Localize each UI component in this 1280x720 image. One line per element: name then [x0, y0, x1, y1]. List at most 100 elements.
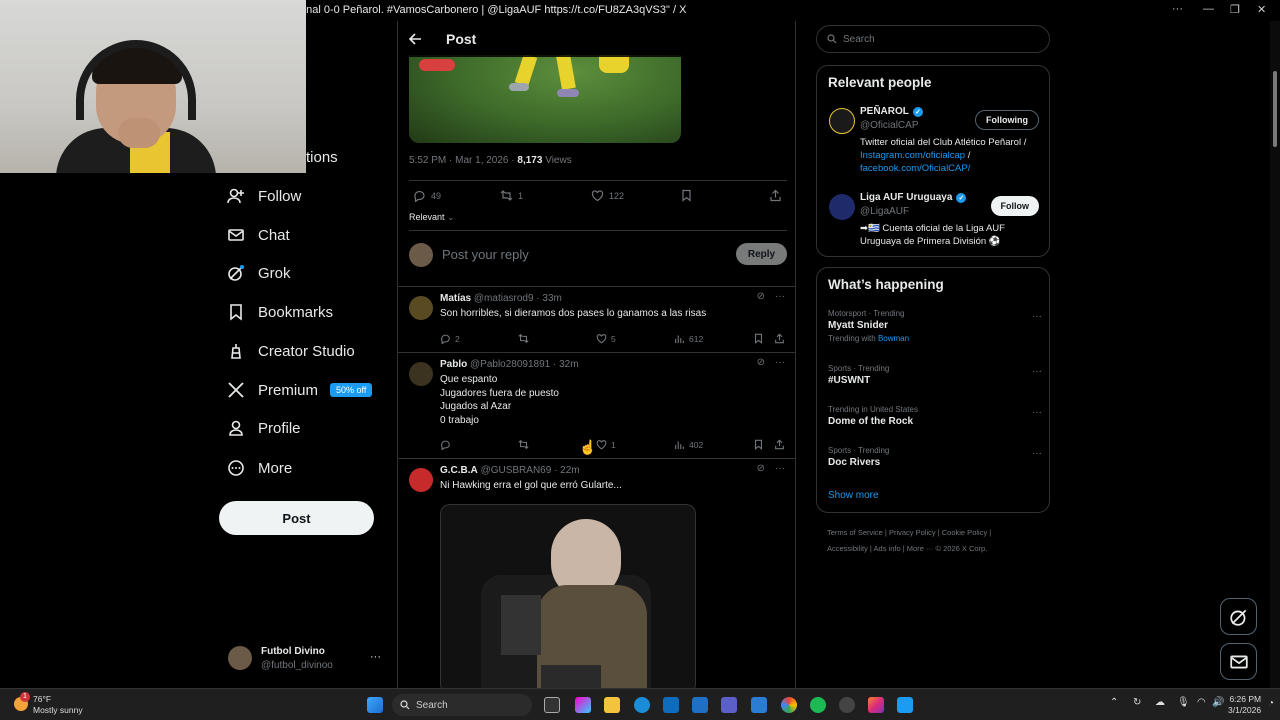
like-action[interactable]: 122 [591, 189, 624, 202]
sidebar-item-follow[interactable]: Follow [226, 181, 301, 211]
close-icon[interactable]: ✕ [1257, 3, 1266, 16]
back-arrow-icon[interactable] [408, 32, 428, 46]
person-name[interactable]: Liga AUF Uruguaya ✓ [860, 192, 967, 203]
bio-link[interactable]: facebook.com/OficialCAP/ [860, 163, 970, 174]
weather-widget[interactable]: 76°F Mostly sunny [33, 694, 83, 716]
reply-tweet[interactable]: Pablo @Pablo28091891 · 32m ⊘ ··· Que esp… [398, 353, 795, 459]
reply-button[interactable]: Reply [736, 243, 787, 265]
spotify-icon[interactable] [810, 697, 826, 713]
sidebar-item-chat[interactable]: Chat [226, 220, 290, 250]
grok-float-button[interactable] [1220, 598, 1257, 635]
show-more-link[interactable]: Show more [828, 490, 879, 501]
repost-action[interactable]: 1 [500, 189, 523, 202]
person-name[interactable]: PEÑAROL ✓ [860, 106, 923, 117]
notifications-icon[interactable]: ◔ [1268, 698, 1274, 709]
messages-float-button[interactable] [1220, 643, 1257, 680]
bookmark-action[interactable] [753, 439, 764, 450]
chrome-icon[interactable] [781, 697, 797, 713]
window-menu-icon[interactable]: ··· [1172, 3, 1183, 15]
trend-more-icon[interactable]: ··· [1032, 448, 1042, 459]
follow-button[interactable]: Follow [990, 196, 1039, 216]
clock[interactable]: 6:26 PM 3/1/2026 [1228, 694, 1261, 716]
bookmark-action[interactable] [680, 189, 693, 202]
scrollbar-thumb[interactable] [1273, 71, 1277, 147]
minimize-icon[interactable]: — [1203, 3, 1214, 15]
search-input[interactable]: Search [816, 25, 1050, 53]
views-action[interactable]: 402 [674, 439, 703, 450]
share-action[interactable] [774, 333, 785, 344]
sidebar-item-profile[interactable]: Profile [226, 413, 301, 443]
sync-icon[interactable]: ↻ [1133, 697, 1141, 708]
reply-tweet[interactable]: G.C.B.A @GUSBRAN69 · 22m ⊘ ··· Ni Hawkin… [398, 459, 795, 688]
trend-more-icon[interactable]: ··· [1032, 407, 1042, 418]
avatar[interactable] [409, 362, 433, 386]
reply-action[interactable]: 2 [440, 333, 460, 344]
trend-more-icon[interactable]: ··· [1032, 311, 1042, 322]
grok-icon[interactable]: ⊘ [757, 357, 765, 368]
like-action[interactable]: 5 [596, 333, 616, 344]
instagram-icon[interactable] [868, 697, 884, 713]
restore-icon[interactable]: ❐ [1230, 3, 1240, 16]
trend-more-icon[interactable]: ··· [1032, 366, 1042, 377]
sidebar-item-creator-studio[interactable]: Creator Studio [226, 336, 355, 366]
account-avatar[interactable] [228, 646, 252, 670]
tweet-more-icon[interactable]: ··· [775, 291, 785, 302]
trend-item[interactable]: Sports · Trending #USWNT ··· [828, 364, 1042, 386]
bio-link[interactable]: Instagram.com/oficialcap [860, 150, 965, 161]
scrollbar[interactable] [1270, 21, 1280, 688]
post-button[interactable]: Post [219, 501, 374, 535]
edge-icon[interactable] [634, 697, 650, 713]
post-media-image[interactable] [409, 55, 681, 143]
footer-links[interactable]: Terms of Service | Privacy Policy | Cook… [827, 528, 991, 537]
like-action[interactable]: 1 [596, 439, 616, 450]
bookmark-action[interactable] [753, 333, 764, 344]
wifi-icon[interactable]: ◠ [1197, 697, 1206, 708]
file-explorer-icon[interactable] [604, 697, 620, 713]
sidebar-item-notifications[interactable]: tions [306, 142, 338, 172]
trend-item[interactable]: Sports · Trending Doc Rivers ··· [828, 446, 1042, 468]
following-button[interactable]: Following [975, 110, 1039, 130]
account-menu-button[interactable]: ··· [370, 651, 381, 663]
avatar[interactable] [409, 468, 433, 492]
copilot-icon[interactable] [575, 697, 591, 713]
store-icon[interactable] [663, 697, 679, 713]
author-name[interactable]: G.C.B.A [440, 465, 478, 476]
author-name[interactable]: Pablo [440, 359, 467, 370]
footer-links[interactable]: Accessibility | Ads info | More ··· © 20… [827, 544, 987, 553]
sidebar-item-premium[interactable]: Premium 50% off [226, 375, 373, 405]
obs-icon[interactable] [839, 697, 855, 713]
views-action[interactable]: 612 [674, 333, 703, 344]
app-icon[interactable] [751, 697, 767, 713]
reply-action[interactable] [440, 439, 451, 450]
task-view-icon[interactable] [544, 697, 560, 713]
twitter-icon[interactable] [897, 697, 913, 713]
sidebar-item-bookmarks[interactable]: Bookmarks [226, 297, 333, 327]
repost-action[interactable] [518, 439, 529, 450]
trend-item[interactable]: Motorsport · Trending Myatt Snider Trend… [828, 309, 1042, 343]
sidebar-item-grok[interactable]: Grok [226, 258, 291, 288]
outlook-icon[interactable] [692, 697, 708, 713]
repost-action[interactable] [518, 333, 529, 344]
penarol-avatar[interactable] [829, 108, 855, 134]
reply-tweet[interactable]: Matías @matiasrod9 · 33m ⊘ ··· Son horri… [398, 287, 795, 353]
reply-input[interactable]: Post your reply [442, 247, 529, 262]
cloud-icon[interactable]: ☁ [1155, 697, 1165, 708]
author-name[interactable]: Matías [440, 293, 471, 304]
account-name[interactable]: Futbol Divino [261, 646, 325, 657]
reply-action[interactable]: 49 [413, 189, 441, 202]
teams-icon[interactable] [721, 697, 737, 713]
grok-icon[interactable]: ⊘ [757, 291, 765, 302]
share-action[interactable] [769, 189, 782, 202]
trend-item[interactable]: Trending in United States Dome of the Ro… [828, 405, 1042, 427]
volume-icon[interactable]: 🔊 [1212, 697, 1224, 708]
taskbar-search[interactable]: Search [392, 694, 532, 716]
start-icon[interactable] [367, 697, 383, 713]
sidebar-item-more[interactable]: More [226, 453, 292, 483]
grok-icon[interactable]: ⊘ [757, 463, 765, 474]
trend-with-link[interactable]: Bowman [878, 334, 909, 343]
tweet-media-image[interactable] [440, 504, 696, 688]
tray-chevron-icon[interactable]: ⌃ [1110, 697, 1118, 708]
tweet-more-icon[interactable]: ··· [775, 463, 785, 474]
share-action[interactable] [774, 439, 785, 450]
microphone-icon[interactable]: 🎙 [1177, 697, 1190, 708]
